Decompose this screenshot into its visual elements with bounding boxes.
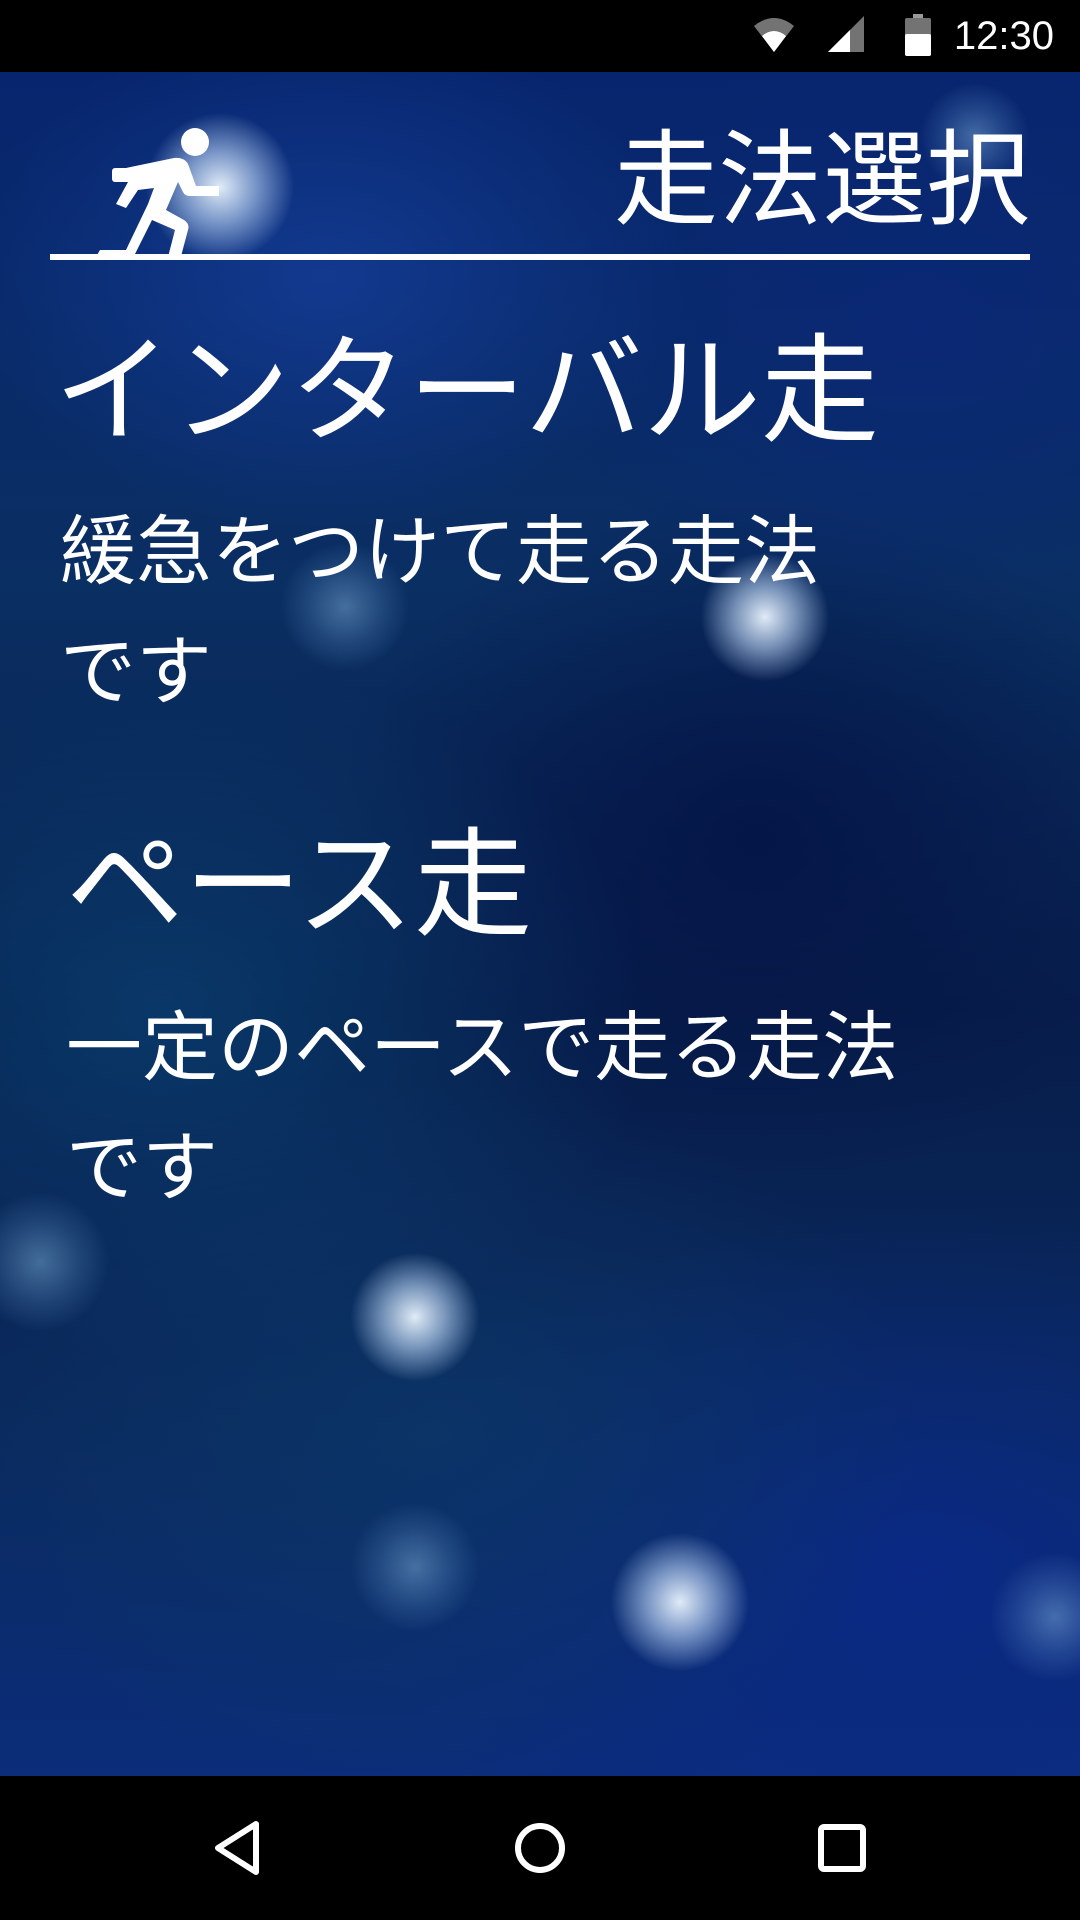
page-title: 走法選択 — [613, 119, 1030, 241]
option-title: インターバル走 — [54, 322, 879, 460]
option-description: 緩急をつけて走る走法です — [60, 507, 820, 716]
header-divider — [50, 254, 1030, 260]
nav-bar — [0, 1776, 1080, 1920]
home-icon[interactable] — [504, 1812, 576, 1884]
wifi-icon — [752, 14, 796, 58]
bokeh-light — [350, 1252, 480, 1382]
option-interval-run[interactable]: インターバル走 緩急をつけて走る走法です — [0, 320, 1080, 720]
status-time: 12:30 — [953, 14, 1054, 58]
battery-icon — [904, 14, 932, 60]
bokeh-light — [990, 1552, 1080, 1682]
status-bar: 12:30 — [0, 0, 1080, 72]
option-title: ペース走 — [66, 816, 533, 954]
screen: 12:30 走法選択 インターバル走 緩急をつけて走る走法です ペース走 一定の… — [0, 0, 1080, 1920]
back-icon[interactable] — [204, 1812, 276, 1884]
bokeh-light — [350, 1502, 480, 1632]
cell-signal-icon — [826, 14, 866, 58]
bokeh-light — [610, 1532, 750, 1672]
header: 走法選択 — [50, 110, 1030, 260]
option-pace-run[interactable]: ペース走 一定のペースで走る走法です — [0, 820, 1080, 1220]
recents-icon[interactable] — [806, 1812, 878, 1884]
runner-icon — [74, 124, 224, 264]
option-description: 一定のペースで走る走法です — [66, 1003, 899, 1212]
